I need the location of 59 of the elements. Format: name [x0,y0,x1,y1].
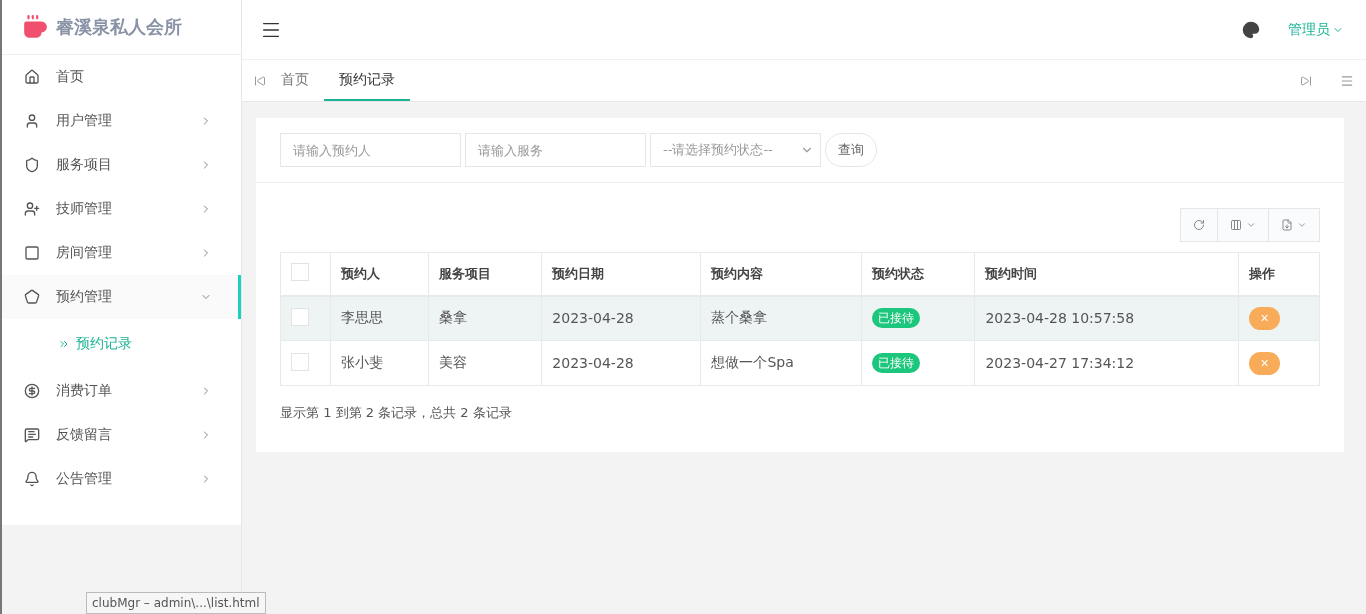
column-header: 预约内容 [700,252,862,296]
column-header: 预约日期 [541,252,701,296]
bell-icon [24,471,40,487]
cup-logo-icon [22,14,48,40]
table-cell: 桑拿 [428,295,542,341]
column-header: 服务项目 [428,252,542,296]
sidebar-item[interactable]: 技师管理 [2,187,241,231]
double-chevron-icon [58,338,70,350]
status-badge: 已接待 [872,353,920,373]
sidebar-item[interactable]: 反馈留言 [2,413,241,457]
shield-icon [24,157,40,173]
status-badge: 已接待 [872,308,920,329]
sidebar-item[interactable]: 消费订单 [2,369,241,413]
status-bar: clubMgr – admin\...\list.html [86,592,266,614]
columns-button[interactable] [1217,208,1269,242]
table-cell: 美容 [428,340,542,386]
table-cell: 张小斐 [330,340,429,386]
table-cell: 2023-04-28 [541,295,701,341]
sidebar-item[interactable]: 首页 [2,55,241,99]
sidebar-item[interactable]: 用户管理 [2,99,241,143]
checkbox[interactable] [291,307,309,326]
table-cell: 想做一个Spa [700,340,862,386]
caret-icon [1297,220,1307,230]
home-icon [24,69,40,85]
square-icon [24,245,40,261]
tab[interactable]: 预约记录 [324,60,410,101]
table-cell: 2023-04-27 17:34:12 [974,340,1239,386]
sidebar-item[interactable]: 公告管理 [2,457,241,501]
column-header: 操作 [1238,252,1320,296]
export-button[interactable] [1268,208,1320,242]
tab[interactable]: 首页 [266,60,324,101]
user-icon [24,113,40,129]
checkbox[interactable] [291,352,309,371]
column-header: 预约状态 [861,252,975,296]
brand-title: 睿溪泉私人会所 [56,15,182,39]
pentagon-icon [24,289,40,305]
table-cell: 2023-04-28 [541,340,701,386]
search-field[interactable]: 请输入预约人 [280,133,461,167]
table-cell: 蒸个桑拿 [700,295,862,341]
sidebar-item[interactable]: 预约管理 [2,275,241,319]
dollar-icon [24,383,40,399]
message-icon [24,427,40,443]
refresh-icon [1193,219,1205,231]
file-download-icon [1281,219,1293,231]
search-button[interactable]: 查询 [825,133,877,167]
palette-icon[interactable] [1242,20,1260,39]
table-cell: 2023-04-28 10:57:58 [974,295,1239,341]
sidebar-item[interactable]: 房间管理 [2,231,241,275]
column-header: 预约人 [330,252,429,296]
table-cell: 李思思 [330,295,429,341]
columns-icon [1230,219,1242,231]
pagination-info: 显示第 1 到第 2 条记录，总共 2 条记录 [280,404,513,422]
sidebar-item[interactable]: 服务项目 [2,143,241,187]
refresh-button[interactable] [1180,208,1218,242]
checkbox[interactable] [291,263,309,282]
caret-icon [1246,220,1256,230]
user-plus-icon [24,201,40,217]
search-field[interactable]: 请输入服务 [465,133,646,167]
column-header: 预约时间 [974,252,1239,296]
